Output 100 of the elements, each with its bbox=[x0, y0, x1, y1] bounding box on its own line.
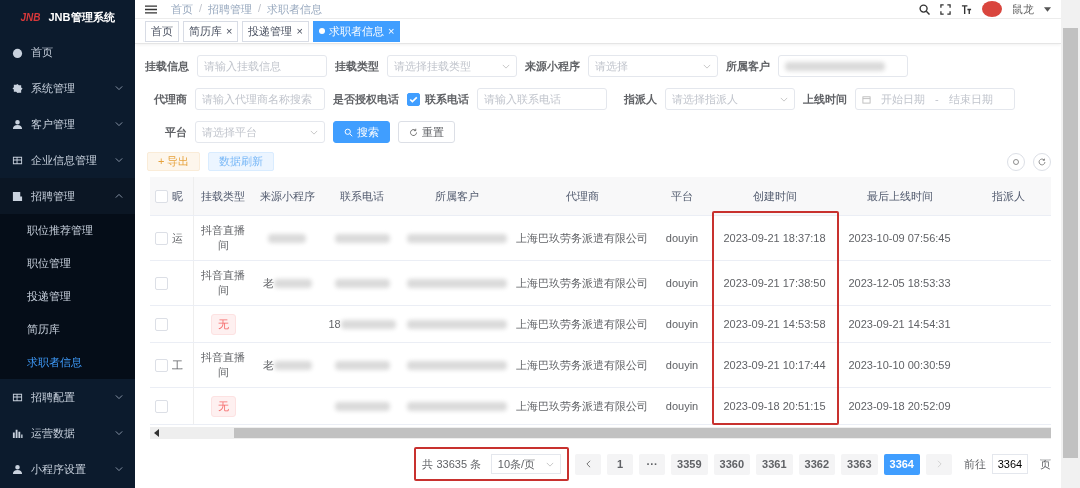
next-page-button[interactable] bbox=[926, 453, 952, 475]
page-input[interactable]: 3364 bbox=[992, 454, 1028, 474]
page-button[interactable]: 3361 bbox=[756, 453, 793, 475]
table-cell: 2023-09-21 10:17:44 bbox=[723, 359, 826, 371]
submenu-item[interactable]: 求职者信息 bbox=[0, 346, 135, 379]
breadcrumb-item: 求职者信息 bbox=[267, 1, 323, 17]
column-header: 最后上线时间 bbox=[865, 188, 934, 204]
field-label: 上线时间 bbox=[803, 91, 847, 107]
status-tag: 无 bbox=[210, 395, 236, 417]
app-title: JNB管理系统 bbox=[48, 9, 115, 25]
close-icon[interactable]: × bbox=[296, 25, 303, 37]
field-label: 指派人 bbox=[623, 91, 657, 107]
table-cell-text: 抖音直播间 bbox=[200, 267, 246, 298]
menu-icon[interactable] bbox=[145, 4, 157, 14]
checkbox[interactable] bbox=[154, 276, 168, 290]
checkbox[interactable] bbox=[154, 358, 168, 372]
left-arrow-icon[interactable] bbox=[154, 429, 160, 437]
table-cell: 上海巴玖劳务派遣有限公司 bbox=[516, 316, 648, 332]
blurred-text bbox=[334, 360, 390, 370]
user-icon bbox=[12, 463, 23, 475]
input-field[interactable] bbox=[778, 55, 908, 77]
submenu-item[interactable]: 投递管理 bbox=[0, 280, 135, 313]
page-unit: 页 bbox=[1040, 456, 1051, 472]
page-button[interactable]: ··· bbox=[639, 453, 666, 475]
chevron-right-icon bbox=[936, 460, 942, 468]
refresh-icon-button[interactable] bbox=[1033, 152, 1051, 171]
page-tab[interactable]: 简历库 × bbox=[183, 20, 239, 42]
column-header: 来源小程序 bbox=[258, 188, 316, 204]
sidebar-item[interactable]: 小程序设置 bbox=[0, 451, 135, 487]
search-toggle-button[interactable] bbox=[1007, 152, 1025, 171]
sidebar-item[interactable]: 企业信息管理 bbox=[0, 142, 135, 178]
grid-icon bbox=[12, 154, 23, 166]
search-icon[interactable] bbox=[919, 3, 930, 15]
chevron-icon bbox=[310, 129, 318, 135]
column-header: 昵 bbox=[172, 177, 194, 215]
page-button[interactable]: 3360 bbox=[713, 453, 751, 475]
table-cell: 2023-09-21 18:37:18 bbox=[723, 232, 826, 244]
chevron-icon bbox=[115, 85, 123, 91]
chevron-icon bbox=[703, 63, 711, 69]
blurred-text bbox=[268, 233, 306, 243]
blurred-text bbox=[340, 319, 396, 329]
checkbox[interactable]: 联系电话 bbox=[407, 91, 469, 107]
sidebar-item[interactable]: 客户管理 bbox=[0, 106, 135, 142]
user-name[interactable]: 鼠龙 bbox=[1012, 1, 1034, 17]
page-button[interactable]: 3362 bbox=[798, 453, 836, 475]
refresh-icon bbox=[409, 127, 418, 137]
field-label: 挂载类型 bbox=[335, 58, 379, 74]
previous-page-button[interactable] bbox=[575, 453, 602, 475]
chevron-icon bbox=[115, 193, 123, 199]
submenu-item[interactable]: 简历库 bbox=[0, 313, 135, 346]
submenu-item[interactable]: 职位管理 bbox=[0, 247, 135, 280]
page-button[interactable]: 1 bbox=[607, 453, 634, 475]
table-cell: douyin bbox=[665, 400, 699, 412]
checkbox[interactable] bbox=[154, 399, 168, 413]
sidebar-item[interactable]: 首页 bbox=[0, 34, 135, 70]
sidebar-item[interactable]: 招聘配置 bbox=[0, 379, 135, 415]
submenu-item[interactable]: 职位推荐管理 bbox=[0, 214, 135, 247]
checkbox[interactable] bbox=[154, 317, 168, 331]
column-header: 挂载类型 bbox=[200, 188, 246, 204]
text-size-icon[interactable] bbox=[961, 3, 972, 15]
table-cell: 2023-09-18 20:51:15 bbox=[723, 400, 826, 412]
table-cell: 上海巴玖劳务派遣有限公司 bbox=[516, 357, 648, 373]
page-tab[interactable]: 投递管理 × bbox=[242, 20, 309, 42]
sidebar-item[interactable]: 系统管理 bbox=[0, 70, 135, 106]
field-label: 挂载信息 bbox=[145, 58, 189, 74]
table-cell-text: 抖音直播间 bbox=[200, 222, 246, 253]
fullscreen-icon[interactable] bbox=[940, 3, 951, 15]
table-cell: 上海巴玖劳务派遣有限公司 bbox=[516, 398, 648, 414]
chevron-icon bbox=[115, 394, 123, 400]
blurred-text bbox=[334, 233, 390, 243]
close-icon[interactable]: × bbox=[226, 25, 233, 37]
avatar[interactable] bbox=[982, 1, 1002, 17]
search-icon bbox=[344, 127, 353, 137]
table-cell: 2023-10-10 00:30:59 bbox=[848, 359, 951, 371]
field-label: 所属客户 bbox=[726, 58, 770, 74]
breadcrumb-separator: / bbox=[199, 1, 203, 16]
field-label: 来源小程序 bbox=[525, 58, 580, 74]
vertical-scrollbar[interactable] bbox=[1061, 0, 1080, 488]
checkbox[interactable] bbox=[154, 231, 168, 245]
column-header: 创建时间 bbox=[751, 188, 798, 204]
status-tag: 无 bbox=[210, 313, 236, 335]
sidebar-item[interactable]: 招聘管理 bbox=[0, 178, 135, 214]
checkbox[interactable] bbox=[154, 189, 168, 203]
user-icon bbox=[12, 118, 23, 130]
goto-label: 前往 bbox=[964, 456, 986, 472]
blurred-text bbox=[334, 401, 390, 411]
page-button[interactable]: 3359 bbox=[671, 453, 708, 475]
horizontal-scrollbar[interactable] bbox=[150, 427, 1051, 439]
table-cell: 2023-12-05 18:53:33 bbox=[848, 277, 951, 289]
sidebar-item[interactable]: 运营数据 bbox=[0, 415, 135, 451]
column-header: 所属客户 bbox=[434, 188, 480, 204]
table-cell: 老 bbox=[262, 357, 274, 373]
page-size-select[interactable]: 10条/页 bbox=[491, 454, 562, 474]
table-cell: douyin bbox=[665, 318, 699, 330]
chevron-icon bbox=[115, 466, 123, 472]
field-label: 是否授权电话 bbox=[333, 91, 399, 107]
page-tab[interactable]: 首页 bbox=[145, 20, 179, 42]
reset-button[interactable]: 重置 bbox=[398, 121, 455, 143]
page-button[interactable]: 3363 bbox=[841, 453, 878, 475]
gear-icon bbox=[12, 82, 23, 94]
